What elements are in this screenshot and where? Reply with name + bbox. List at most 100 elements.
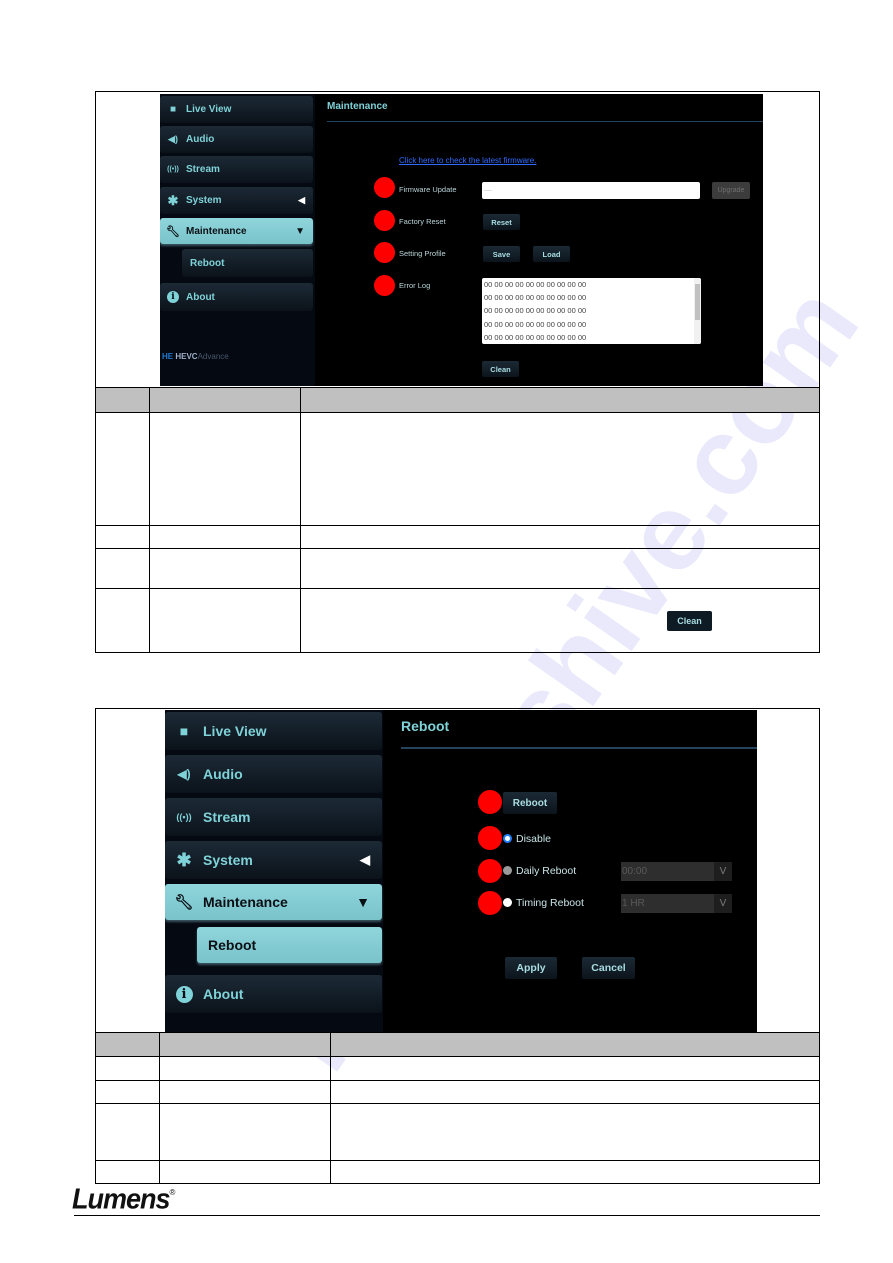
marker-4 — [478, 891, 502, 915]
gear-icon: ✱ — [176, 849, 192, 870]
sidebar-item-about[interactable]: i About — [160, 283, 313, 311]
error-log-textarea[interactable]: 00 00 00 00 00 00 00 00 00 00 00 00 00 0… — [482, 278, 701, 344]
caret-down-icon: ▼ — [356, 894, 370, 910]
wrench-icon: 🔧︎ — [166, 225, 180, 238]
title-separator — [401, 747, 757, 749]
caret-down-icon: ▼ — [295, 225, 305, 237]
sidebar-item-label: Maintenance — [186, 225, 247, 237]
setting-profile-label: Setting Profile — [399, 249, 446, 258]
sidebar: ■ Live View ◀) Audio ((•)) Stream ✱ Syst… — [165, 710, 383, 1033]
sidebar-item-stream[interactable]: ((•)) Stream — [160, 156, 313, 183]
info-icon: i — [165, 985, 203, 1003]
reboot-screenshot: ■ Live View ◀) Audio ((•)) Stream ✱ Syst… — [165, 710, 757, 1033]
cancel-button[interactable]: Cancel — [582, 957, 635, 979]
timing-reboot-interval-select[interactable]: 1 HR V — [621, 894, 732, 913]
sidebar-item-maintenance[interactable]: 🔧︎ Maintenance ▼ — [165, 884, 382, 920]
maintenance-screenshot: ■ Live View ◀) Audio ((•)) Stream ✱ Syst… — [160, 94, 763, 386]
log-line: 00 00 00 00 00 00 00 00 00 00 — [484, 280, 587, 289]
log-line: 00 00 00 00 00 00 00 00 00 00 — [484, 319, 587, 329]
broadcast-icon: ((•)) — [176, 812, 192, 822]
marker-3 — [478, 859, 502, 883]
registered-mark: ® — [169, 1187, 176, 1197]
lumens-logo: Lumens® — [72, 1183, 176, 1216]
table-divider — [95, 1080, 820, 1081]
sidebar-item-label: System — [203, 852, 253, 868]
table-divider — [95, 412, 820, 413]
sidebar-item-about[interactable]: i About — [165, 975, 382, 1013]
title-separator — [327, 121, 763, 122]
marker-1 — [374, 177, 395, 198]
log-scrollbar-thumb[interactable] — [695, 284, 700, 320]
video-camera-icon: ■ — [179, 723, 189, 739]
marker-2 — [374, 210, 395, 231]
reset-button[interactable]: Reset — [483, 214, 520, 230]
sidebar-item-audio[interactable]: ◀) Audio — [160, 126, 313, 153]
page-title: Reboot — [401, 718, 450, 734]
table-divider — [95, 525, 820, 526]
sidebar-item-reboot[interactable]: Reboot — [197, 927, 382, 963]
disable-label: Disable — [516, 833, 552, 845]
firmware-link[interactable]: Click here to check the latest firmware. — [399, 156, 536, 165]
sidebar: ■ Live View ◀) Audio ((•)) Stream ✱ Syst… — [160, 94, 315, 386]
table-divider — [95, 1056, 820, 1057]
sidebar-item-label: Live View — [203, 723, 267, 739]
sidebar-item-label: System — [186, 195, 222, 206]
sidebar-item-stream[interactable]: ((•)) Stream — [165, 798, 382, 836]
wrench-icon: 🔧︎ — [174, 894, 194, 911]
clean-button-inline: Clean — [667, 611, 712, 631]
error-log-label: Error Log — [399, 281, 431, 290]
timing-reboot-radio[interactable] — [503, 898, 512, 907]
sidebar-item-system[interactable]: ✱ System ◀ — [160, 187, 313, 214]
table-header — [96, 1033, 819, 1056]
sidebar-item-reboot[interactable]: Reboot — [182, 249, 313, 277]
log-scrollbar[interactable] — [694, 278, 701, 344]
table-header — [96, 388, 819, 412]
sidebar-item-label: Reboot — [190, 257, 225, 269]
sidebar-item-label: Audio — [203, 766, 243, 782]
marker-1 — [478, 790, 502, 814]
hevc-logo-sub: Advance — [197, 352, 229, 361]
chevron-down-icon: V — [714, 862, 732, 881]
caret-left-icon: ◀ — [360, 852, 370, 867]
sidebar-item-audio[interactable]: ◀) Audio — [165, 755, 382, 793]
gear-icon: ✱ — [167, 192, 179, 208]
sidebar-item-live-view[interactable]: ■ Live View — [160, 96, 313, 123]
video-camera-icon: ■ — [169, 104, 177, 115]
footer-rule — [74, 1215, 820, 1216]
timing-reboot-interval-value: 1 HR — [622, 898, 645, 909]
sidebar-item-label: Reboot — [208, 937, 257, 953]
load-button[interactable]: Load — [533, 246, 570, 262]
speaker-icon: ◀) — [177, 767, 191, 781]
log-line: 00 00 00 00 00 00 00 00 00 00 — [484, 293, 587, 303]
sidebar-item-maintenance[interactable]: 🔧︎ Maintenance ▼ — [160, 218, 313, 244]
upgrade-button[interactable]: Upgrade — [712, 182, 750, 199]
info-icon: i — [160, 291, 186, 303]
table-divider — [95, 1103, 820, 1104]
hevc-logo-mark: HE — [162, 352, 174, 361]
daily-reboot-time-value: 00:00 — [622, 866, 648, 877]
hevc-logo: HE HEVCAdvance — [162, 352, 229, 361]
table-divider — [95, 1160, 820, 1161]
sidebar-item-label: About — [186, 291, 215, 303]
table-divider — [95, 548, 820, 549]
table-col-divider — [300, 388, 301, 653]
reboot-button[interactable]: Reboot — [503, 792, 557, 814]
sidebar-item-label: Stream — [186, 164, 220, 175]
chevron-down-icon: V — [714, 894, 732, 913]
clean-button[interactable]: Clean — [482, 361, 519, 377]
hevc-logo-text: HEVC — [175, 352, 198, 361]
table-col-divider — [159, 1033, 160, 1184]
apply-button[interactable]: Apply — [505, 957, 557, 979]
daily-reboot-radio[interactable] — [503, 866, 512, 875]
sidebar-item-live-view[interactable]: ■ Live View — [165, 712, 382, 750]
save-button[interactable]: Save — [483, 246, 520, 262]
daily-reboot-time-select[interactable]: 00:00 V — [621, 862, 732, 881]
timing-reboot-label: Timing Reboot — [516, 897, 584, 909]
sidebar-item-label: Stream — [203, 809, 251, 825]
log-line: 00 00 00 00 00 00 00 00 00 00 — [484, 306, 587, 316]
firmware-update-label: Firmware Update — [399, 185, 457, 194]
disable-radio[interactable] — [503, 834, 512, 843]
sidebar-item-system[interactable]: ✱ System ◀ — [165, 841, 382, 879]
firmware-file-input[interactable]: .... — [482, 182, 700, 199]
daily-reboot-label: Daily Reboot — [516, 865, 577, 877]
